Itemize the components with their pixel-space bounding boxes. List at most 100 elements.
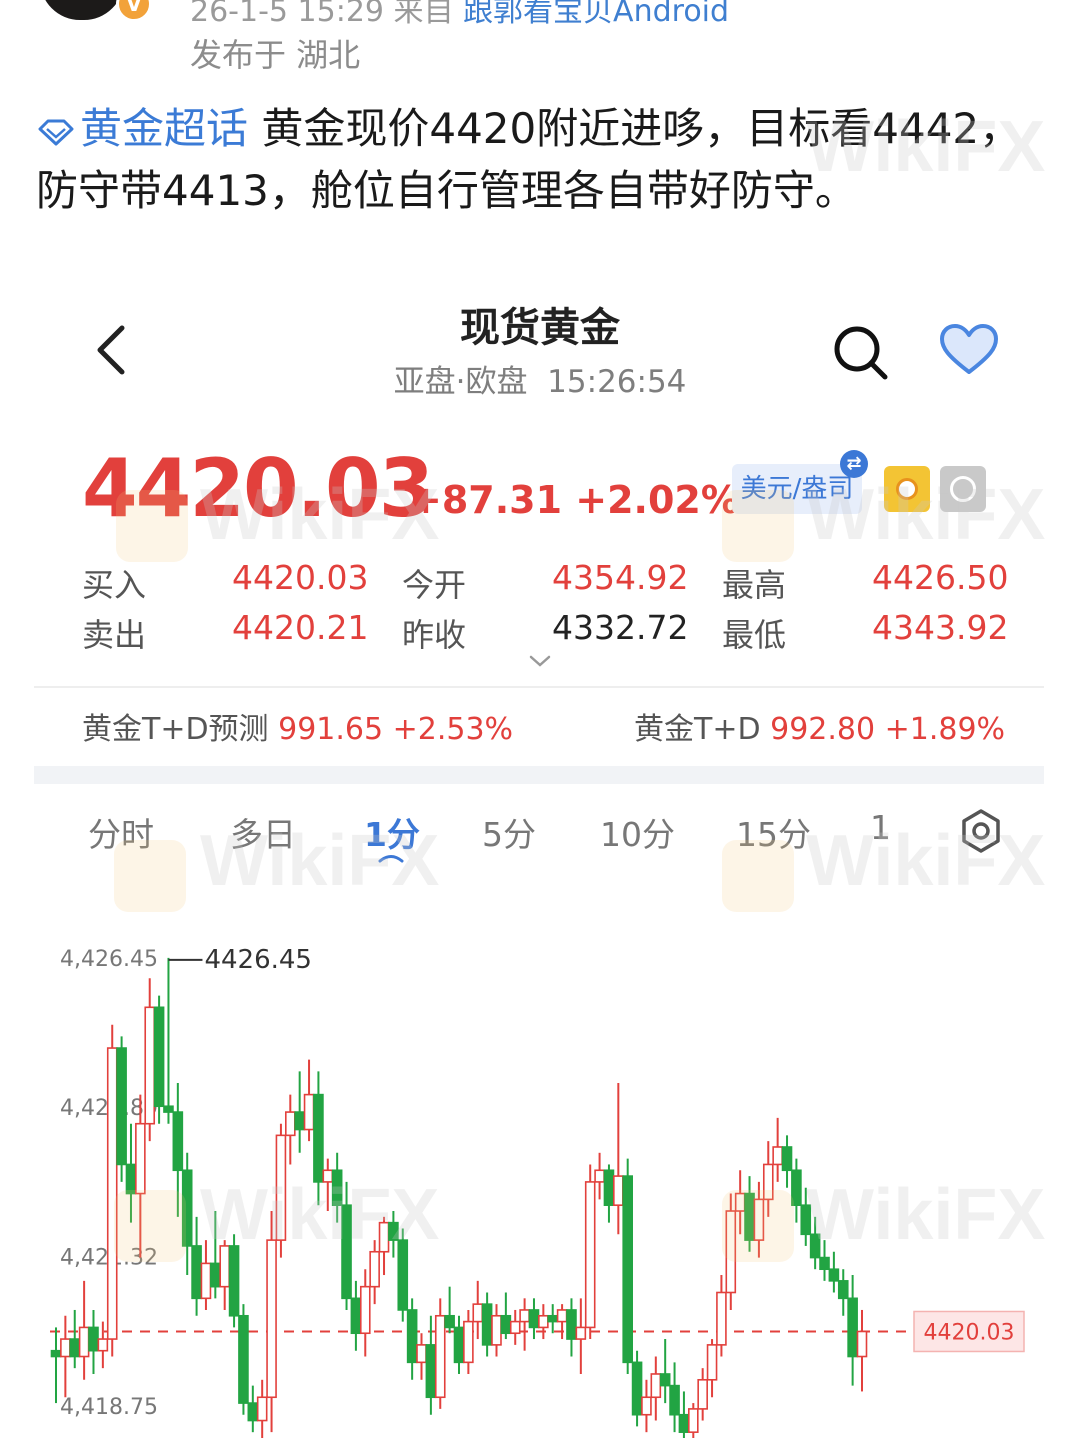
candle-body [631,1361,643,1416]
tab-10min[interactable]: 10分 [600,808,675,856]
watermark: WikiFX [806,1175,1046,1255]
candle-body [538,1314,549,1329]
candle-body [819,1256,830,1271]
candle-body [547,1314,559,1323]
candle-body [416,1344,427,1364]
chevron-down-icon[interactable] [528,654,552,668]
candle-body [153,1006,165,1108]
verified-badge-icon: V [116,0,152,22]
watermark-logo-icon [114,1190,186,1262]
buy-label: 买入 [82,566,147,604]
high-value: 4426.50 [872,558,1009,597]
candle-body [603,1169,615,1206]
current-price-label: 4420.03 [924,1320,1015,1345]
candle-body [847,1297,858,1358]
candle-body [669,1384,680,1416]
prev-close-label: 昨收 [402,616,467,654]
candle-body [434,1314,446,1399]
candle-body [481,1303,493,1346]
divider [34,686,1044,688]
candle-body [828,1268,840,1282]
candle-body [200,1262,212,1300]
candle-body [285,1111,296,1137]
candle-body [594,1169,605,1183]
open-value: 4354.92 [552,558,689,597]
section-divider [34,766,1044,784]
td-forecast-value: 991.65 +2.53% [278,712,514,747]
session-label: 亚盘·欧盘 [393,364,528,400]
instrument-title: 现货黄金 [460,305,620,351]
candle-body [425,1344,437,1399]
candle-body [641,1396,652,1416]
candle-body [781,1146,793,1172]
high-label: 最高 [722,566,787,604]
watermark: WikiFX [806,107,1046,187]
candle-body [472,1303,484,1323]
candle-body [369,1250,380,1288]
post-time: 26-1-5 15:29 来自 [190,0,464,29]
candle-body [313,1093,324,1183]
low-label: 最低 [722,616,787,654]
avatar[interactable] [40,0,124,20]
candle-body [463,1320,474,1364]
search-icon[interactable] [830,322,890,382]
td-label: 黄金T+D [634,712,761,747]
candle-body [238,1314,249,1404]
post-meta: 26-1-5 15:29 来自 跟郭看宝贝Android [190,0,729,30]
back-arrow-icon[interactable] [92,322,132,378]
favorite-heart-icon[interactable] [938,322,1000,378]
buy-value: 4420.03 [232,558,369,597]
candle-body [228,1245,240,1317]
tab-5min[interactable]: 5分 [482,808,536,856]
candle-body [650,1373,662,1399]
watermark-logo-icon [722,490,794,562]
candle-body [97,1338,109,1352]
candle-body [144,1006,156,1125]
candle-body [294,1111,305,1131]
candle-body [622,1175,633,1364]
session-time: 亚盘·欧盘 15:26:54 [380,356,700,401]
candle-body [106,1047,118,1340]
watermark-logo-icon [722,1190,794,1262]
candle-body [678,1413,690,1433]
td-forecast-label: 黄金T+D预测 [82,712,269,747]
post-source-link[interactable]: 跟郭看宝贝Android [463,0,729,29]
candle-body [706,1344,718,1381]
td-quote[interactable]: 黄金T+D 992.80 +1.89% [634,704,1005,748]
candle-body [584,1181,596,1329]
candle-body [247,1402,259,1422]
td-forecast[interactable]: 黄金T+D预测 991.65 +2.53% [82,704,513,748]
watermark: WikiFX [806,821,1046,901]
candle-body [556,1309,568,1323]
candle-body [575,1326,587,1340]
candle-body [88,1326,99,1352]
candle-body [163,1105,174,1113]
candle-body [50,1349,62,1358]
candle-body [444,1314,455,1329]
candle-body [566,1309,577,1340]
candle-body [688,1408,699,1433]
watermark-logo-icon [116,490,188,562]
candle-body [256,1396,268,1422]
candle-body [716,1291,727,1346]
candle-body [78,1326,90,1358]
candle-body [772,1146,783,1166]
watermark-logo-icon [722,840,794,912]
y-tick-label: 4,426.45 [60,947,158,972]
sell-label: 卖出 [82,616,147,654]
clock-time: 15:26:54 [547,364,687,400]
candle-body [500,1314,512,1335]
candle-body [856,1330,868,1358]
open-label: 今开 [402,566,467,604]
topic-link[interactable]: 黄金超话 [36,104,248,153]
prev-close-value: 4332.72 [552,608,689,647]
watermark: WikiFX [806,475,1046,555]
candle-body [659,1373,671,1387]
candle-body [135,1122,146,1195]
sell-value: 4420.21 [232,608,369,647]
post-location: 发布于 湖北 [190,36,361,74]
watermark: WikiFX [200,821,440,901]
candle-body [509,1320,521,1335]
candle-body [303,1093,315,1131]
watermark-logo-icon [114,840,186,912]
